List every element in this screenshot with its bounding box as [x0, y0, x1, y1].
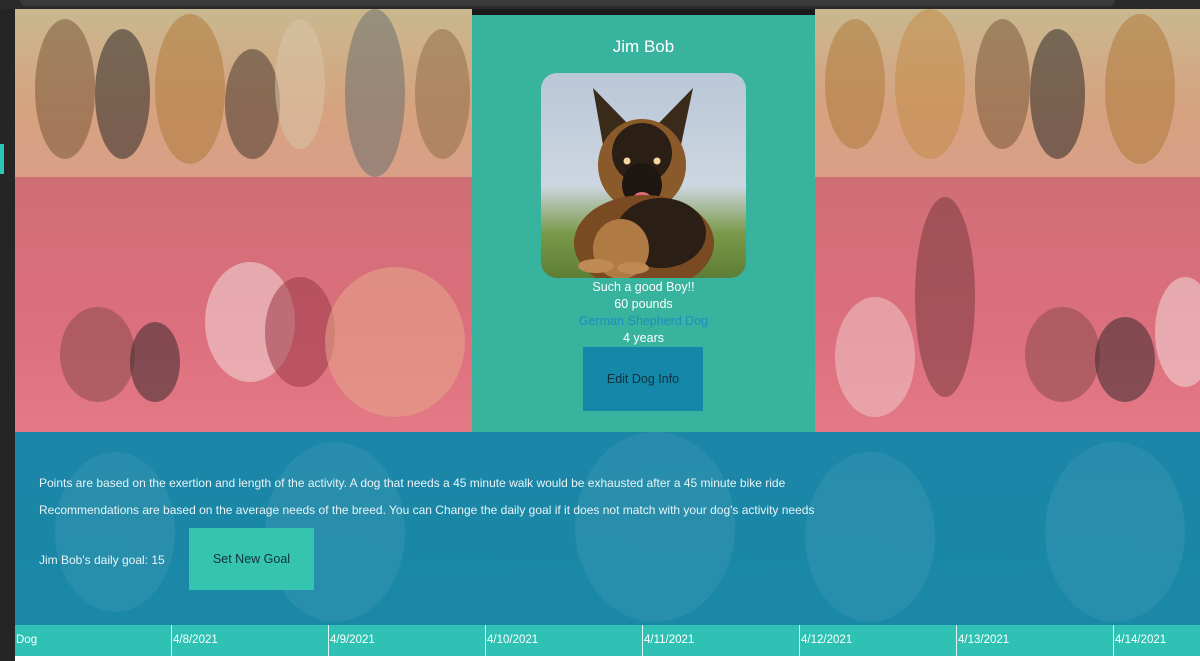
- dog-name: Jim Bob: [612, 37, 675, 56]
- dog-walk-photo-bottom-middle: [815, 177, 975, 432]
- left-edge-strip: [0, 9, 15, 661]
- recommendation-explanation: Recommendations are based on the average…: [39, 503, 815, 517]
- address-bar[interactable]: [20, 0, 1115, 6]
- dog-walk-photo-bottom-right: [975, 177, 1200, 432]
- column-header-date: 4/10/2021: [486, 625, 643, 656]
- dog-walk-photo-top-left: [15, 9, 472, 177]
- points-explanation: Points are based on the exertion and len…: [39, 476, 786, 490]
- column-header-date: 4/14/2021: [1115, 634, 1167, 646]
- daily-goal-label: Jim Bob's daily goal: 15: [39, 553, 165, 567]
- column-header-date: 4/11/2021: [643, 625, 800, 656]
- dog-walk-photo-bottom-left: [15, 177, 472, 432]
- column-header-date: 4/8/2021: [172, 625, 329, 656]
- dog-photo: [541, 73, 746, 278]
- column-header-date: 4/9/2021: [329, 625, 486, 656]
- browser-top-bar: [0, 0, 1200, 9]
- dog-age: 4 years: [623, 331, 664, 345]
- dog-breed-link[interactable]: German Shepherd Dog: [472, 314, 815, 328]
- dog-walk-photo-top-middle: [815, 9, 975, 177]
- table-header-row: Dog 4/8/2021 4/9/2021 4/10/2021 4/11/202…: [15, 625, 1200, 656]
- activity-info-section: Points are based on the exertion and len…: [15, 432, 1200, 625]
- column-header-date: 4/12/2021: [800, 625, 957, 656]
- dog-profile-card: Jim Bob Such a good Boy!! 60 pounds Germ…: [472, 15, 815, 432]
- dog-weight: 60 pounds: [614, 297, 673, 311]
- edit-dog-info-button[interactable]: Edit Dog Info: [583, 347, 703, 411]
- dog-walk-photo-top-right: [975, 9, 1200, 177]
- table-body: [15, 656, 1200, 661]
- column-header-date: 4/13/2021: [957, 625, 1114, 656]
- set-new-goal-button[interactable]: Set New Goal: [189, 528, 314, 590]
- scroll-indicator: [0, 144, 4, 174]
- dog-description: Such a good Boy!!: [592, 280, 695, 294]
- german-shepherd-image: [574, 88, 714, 278]
- column-header-dog: Dog: [15, 625, 172, 656]
- activity-table: Dog 4/8/2021 4/9/2021 4/10/2021 4/11/202…: [15, 625, 1200, 661]
